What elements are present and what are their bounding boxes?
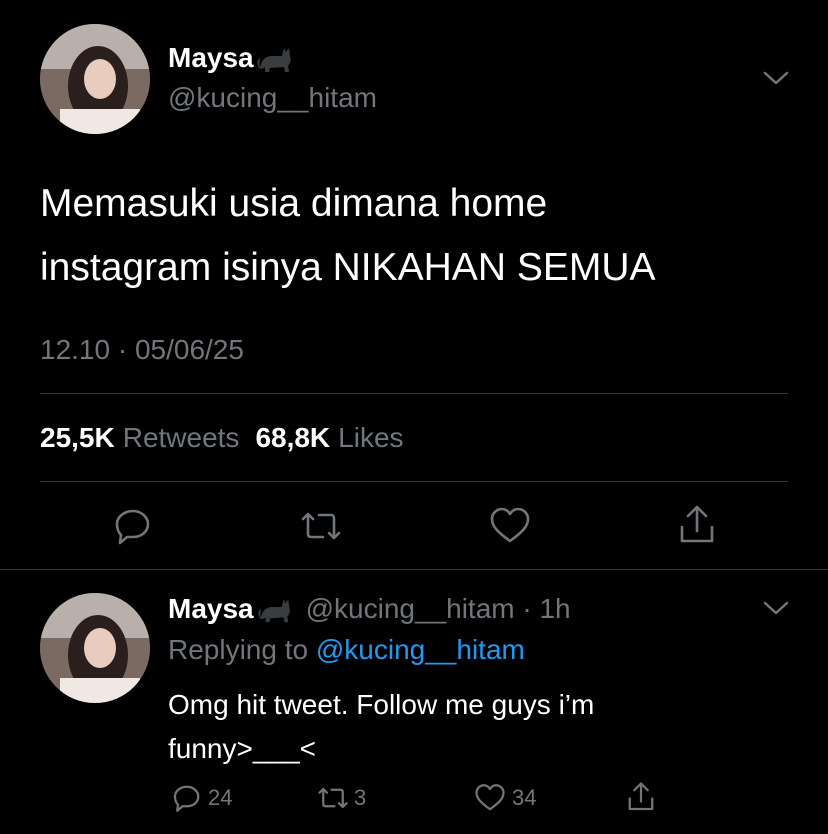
likes-label[interactable]: Likes (338, 422, 403, 454)
tweet-text-line-2: instagram isinya NIKAHAN SEMUA (40, 246, 656, 289)
avatar-photo (40, 24, 150, 134)
display-name[interactable]: Maysa (168, 42, 254, 74)
like-count: 34 (512, 785, 537, 810)
reply-count: 24 (208, 785, 233, 810)
reply-button[interactable] (113, 506, 153, 546)
engagement-stats: 25,5K Retweets 68,8K Likes (40, 422, 404, 454)
reply-retweet-button[interactable]: 3 (316, 783, 366, 813)
reply-share-button[interactable] (626, 781, 656, 818)
timestamp[interactable]: 12.10 · 05/06/25 (40, 334, 244, 366)
share-button[interactable] (677, 504, 717, 546)
divider (40, 481, 788, 482)
replying-prefix: Replying to (168, 634, 309, 665)
tweet-text: Memasuki usia dimana home instagram isin… (40, 172, 656, 300)
black-cat-icon (256, 38, 296, 79)
share-icon (680, 505, 714, 543)
tweet-text-line-1: Memasuki usia dimana home (40, 182, 548, 225)
chevron-down-icon[interactable] (763, 600, 789, 616)
avatar-photo (40, 593, 150, 703)
retweet-button[interactable] (299, 506, 343, 546)
replying-to: Replying to @kucing__hitam (168, 634, 525, 666)
heart-icon (490, 507, 530, 543)
reply-display-name[interactable]: Maysa (168, 593, 254, 625)
reply-text: Omg hit tweet. Follow me guys i’m funny>… (168, 683, 594, 771)
reply-text-line-2: funny>___< (168, 733, 316, 764)
divider (40, 393, 788, 394)
retweets-label[interactable]: Retweets (123, 422, 240, 454)
retweet-count: 3 (354, 785, 367, 810)
avatar[interactable] (40, 24, 150, 134)
like-button[interactable] (489, 506, 531, 546)
reply-icon (173, 785, 200, 812)
reply-reply-button[interactable]: 24 (172, 783, 232, 813)
reply-icon (115, 509, 150, 545)
chevron-down-icon[interactable] (763, 70, 789, 86)
replying-handle-link[interactable]: @kucing__hitam (316, 634, 525, 665)
reply-like-button[interactable]: 34 (474, 783, 536, 813)
heart-icon (475, 784, 505, 811)
reply-avatar[interactable] (40, 593, 150, 703)
black-cat-icon (256, 590, 296, 629)
user-handle[interactable]: @kucing__hitam (168, 82, 377, 114)
reply-text-line-1: Omg hit tweet. Follow me guys i’m (168, 689, 595, 720)
retweets-count[interactable]: 25,5K (40, 422, 115, 454)
likes-count[interactable]: 68,8K (255, 422, 330, 454)
retweet-icon (318, 787, 348, 809)
reply-handle-time[interactable]: @kucing__hitam · 1h (306, 593, 571, 625)
retweet-icon (301, 512, 341, 540)
divider (0, 569, 828, 570)
share-icon (628, 782, 654, 811)
